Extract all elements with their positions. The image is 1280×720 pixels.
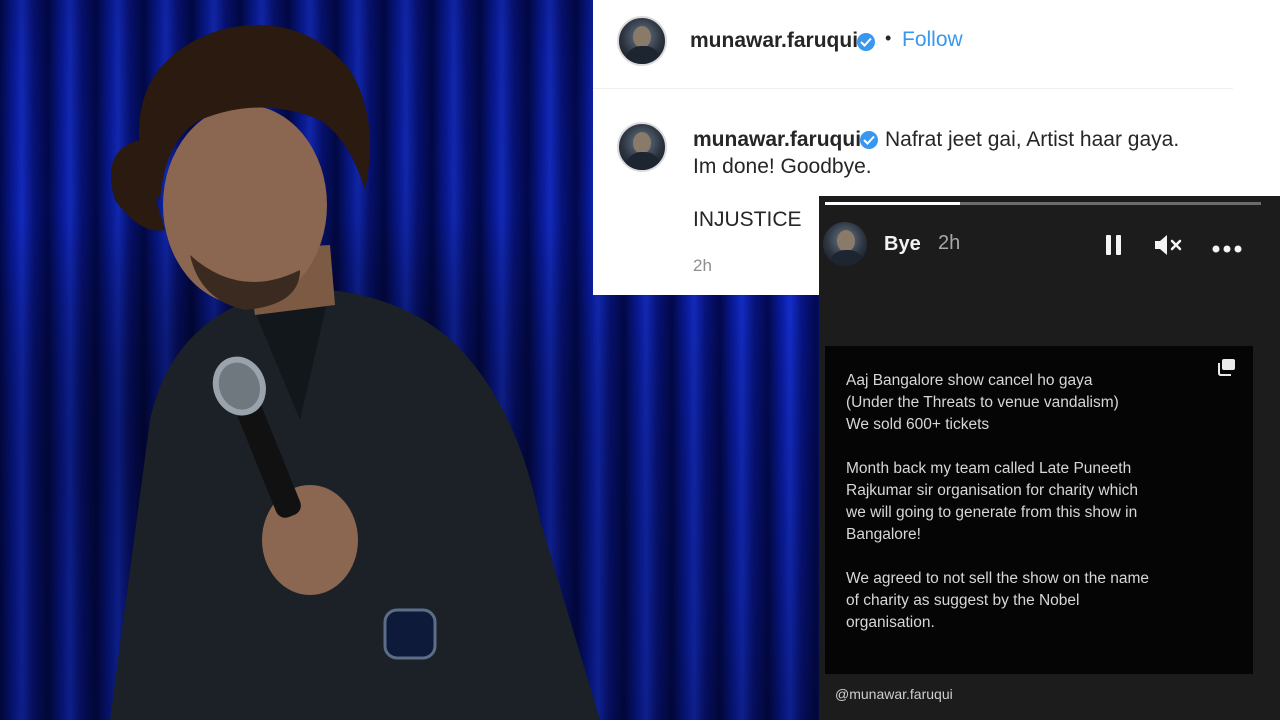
story-avatar[interactable] <box>823 222 867 266</box>
story-mention-handle[interactable]: @munawar.faruqui <box>835 686 953 702</box>
story-paragraph: We agreed to not sell the show on the na… <box>846 570 1150 631</box>
caption-avatar[interactable] <box>617 122 667 172</box>
post-username[interactable]: munawar.faruqui <box>690 29 858 53</box>
caption-text-line: INJUSTICE <box>693 208 802 231</box>
verified-badge-icon <box>860 131 878 149</box>
story-paragraph: Aaj Bangalore show cancel ho gaya (Under… <box>846 372 1119 433</box>
avatar-body <box>625 46 661 64</box>
avatar-body <box>829 250 865 266</box>
story-progress-bar <box>825 202 1261 205</box>
avatar-face <box>633 26 651 48</box>
caption-text-line: Nafrat jeet gai, Artist haar gaya. <box>885 128 1180 151</box>
avatar-face <box>837 230 855 252</box>
pause-icon[interactable] <box>1104 234 1124 261</box>
story-username[interactable]: Bye <box>884 233 921 256</box>
caption-timestamp[interactable]: 2h <box>693 256 712 276</box>
profile-avatar[interactable] <box>617 16 667 66</box>
story-paragraph: Month back my team called Late Puneeth R… <box>846 460 1139 543</box>
muted-speaker-icon[interactable] <box>1153 233 1183 262</box>
more-horizontal-icon[interactable] <box>1212 240 1242 258</box>
header-separator: • <box>885 28 892 48</box>
story-timestamp: 2h <box>938 232 961 254</box>
header-divider <box>593 88 1233 89</box>
verified-badge-icon <box>857 33 875 51</box>
story-progress-fill <box>825 202 961 205</box>
caption-text-line: Im done! Goodbye. <box>693 155 872 178</box>
follow-button[interactable]: Follow <box>902 28 963 52</box>
instagram-story: Bye 2h Aaj Bangalore show cancel ho gaya… <box>819 196 1280 720</box>
avatar-body <box>625 152 661 170</box>
avatar-face <box>633 132 651 154</box>
caption-username[interactable]: munawar.faruqui <box>693 128 861 152</box>
